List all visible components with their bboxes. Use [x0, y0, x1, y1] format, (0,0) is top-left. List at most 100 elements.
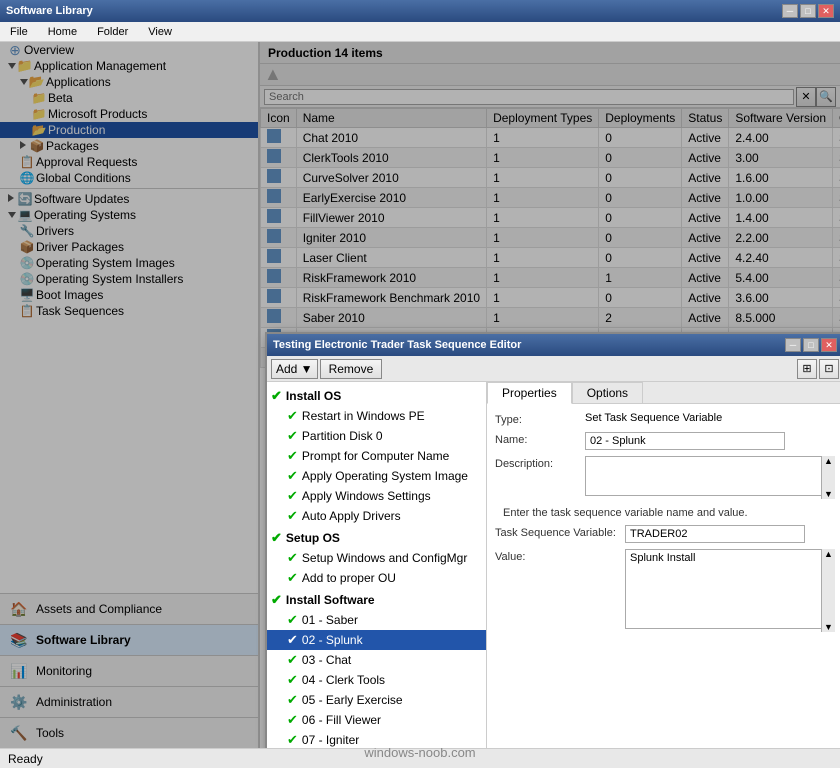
- partition-disk-check: ✔: [287, 428, 298, 444]
- s05-check: ✔: [287, 692, 298, 708]
- name-label: Name:: [495, 432, 585, 446]
- seq-s07-igniter[interactable]: ✔ 07 - Igniter: [267, 730, 486, 748]
- window-controls[interactable]: ─ □ ✕: [782, 4, 834, 18]
- apply-os-label: Apply Operating System Image: [302, 469, 468, 483]
- auto-apply-label: Auto Apply Drivers: [302, 509, 401, 523]
- tsv-label: Task Sequence Variable:: [495, 525, 625, 539]
- type-label: Type:: [495, 412, 585, 426]
- menu-file[interactable]: File: [6, 25, 32, 39]
- status-text: Ready: [8, 752, 43, 766]
- task-sequence-editor-dialog: Testing Electronic Trader Task Sequence …: [265, 332, 840, 748]
- desc-scroll-down[interactable]: ▼: [822, 489, 835, 499]
- form-row-value: Value: ▲ ▼: [495, 549, 835, 632]
- seq-s06-fill[interactable]: ✔ 06 - Fill Viewer: [267, 710, 486, 730]
- seq-apply-os-image[interactable]: ✔ Apply Operating System Image: [267, 466, 486, 486]
- seq-s02-splunk[interactable]: ✔ 02 - Splunk: [267, 630, 486, 650]
- install-sw-check: ✔: [271, 592, 282, 608]
- value-textarea[interactable]: [625, 549, 835, 629]
- seq-partition-disk[interactable]: ✔ Partition Disk 0: [267, 426, 486, 446]
- s04-check: ✔: [287, 672, 298, 688]
- name-input[interactable]: [585, 432, 785, 450]
- form-row-type: Type: Set Task Sequence Variable: [495, 412, 835, 426]
- seq-restart-winpe[interactable]: ✔ Restart in Windows PE: [267, 406, 486, 426]
- seq-s04-clerk[interactable]: ✔ 04 - Clerk Tools: [267, 670, 486, 690]
- title-text: Software Library: [6, 5, 93, 17]
- menu-home[interactable]: Home: [44, 25, 81, 39]
- s06-label: 06 - Fill Viewer: [302, 713, 381, 727]
- partition-disk-label: Partition Disk 0: [302, 429, 383, 443]
- restart-winpe-check: ✔: [287, 408, 298, 424]
- apply-win-settings-check: ✔: [287, 488, 298, 504]
- s04-label: 04 - Clerk Tools: [302, 673, 385, 687]
- add-button[interactable]: Add ▼: [271, 359, 318, 379]
- info-text: Enter the task sequence variable name an…: [495, 507, 835, 519]
- desc-label: Description:: [495, 456, 585, 470]
- title-bar: Software Library ─ □ ✕: [0, 0, 840, 22]
- s06-check: ✔: [287, 712, 298, 728]
- setup-configmgr-label: Setup Windows and ConfigMgr: [302, 551, 467, 565]
- section-setup-os: ✔ Setup OS: [267, 528, 486, 548]
- setup-os-label: Setup OS: [286, 531, 340, 545]
- seq-apply-windows-settings[interactable]: ✔ Apply Windows Settings: [267, 486, 486, 506]
- modal-body: ✔ Install OS ✔ Restart in Windows PE ✔ P…: [267, 382, 840, 748]
- s02-check: ✔: [287, 632, 298, 648]
- apply-win-settings-label: Apply Windows Settings: [302, 489, 431, 503]
- modal-minimize[interactable]: ─: [785, 338, 801, 352]
- install-os-check: ✔: [271, 388, 282, 404]
- seq-setup-configmgr[interactable]: ✔ Setup Windows and ConfigMgr: [267, 548, 486, 568]
- apply-os-check: ✔: [287, 468, 298, 484]
- s02-label: 02 - Splunk: [302, 633, 363, 647]
- modal-titlebar: Testing Electronic Trader Task Sequence …: [267, 334, 840, 356]
- seq-s03-chat[interactable]: ✔ 03 - Chat: [267, 650, 486, 670]
- desc-scroll-up[interactable]: ▲: [822, 456, 835, 466]
- value-scroll-down[interactable]: ▼: [822, 622, 835, 632]
- tsv-input[interactable]: [625, 525, 805, 543]
- modal-close[interactable]: ✕: [821, 338, 837, 352]
- minimize-button[interactable]: ─: [782, 4, 798, 18]
- add-ou-label: Add to proper OU: [302, 571, 396, 585]
- modal-toolbar: Add ▼ Remove ⊞ ⊡: [267, 356, 840, 382]
- s01-label: 01 - Saber: [302, 613, 358, 627]
- desc-textarea[interactable]: [585, 456, 835, 496]
- type-value: Set Task Sequence Variable: [585, 412, 835, 424]
- modal-tabs: Properties Options: [487, 382, 840, 404]
- value-label: Value:: [495, 549, 625, 563]
- form-row-description: Description: ▲ ▼: [495, 456, 835, 499]
- remove-button[interactable]: Remove: [320, 359, 383, 379]
- seq-prompt-computer[interactable]: ✔ Prompt for Computer Name: [267, 446, 486, 466]
- seq-s01-saber[interactable]: ✔ 01 - Saber: [267, 610, 486, 630]
- seq-add-ou[interactable]: ✔ Add to proper OU: [267, 568, 486, 588]
- section-install-software: ✔ Install Software: [267, 590, 486, 610]
- s01-check: ✔: [287, 612, 298, 628]
- tab-properties[interactable]: Properties: [487, 382, 572, 404]
- tab-content-properties: Type: Set Task Sequence Variable Name: D…: [487, 404, 840, 748]
- add-ou-check: ✔: [287, 570, 298, 586]
- maximize-button[interactable]: □: [800, 4, 816, 18]
- menu-view[interactable]: View: [144, 25, 176, 39]
- menu-bar: File Home Folder View: [0, 22, 840, 42]
- form-row-name: Name:: [495, 432, 835, 450]
- section-install-os: ✔ Install OS: [267, 386, 486, 406]
- s03-label: 03 - Chat: [302, 653, 351, 667]
- properties-panel: Properties Options Type: Set Task Sequen…: [487, 382, 840, 748]
- tab-options[interactable]: Options: [572, 382, 643, 403]
- form-row-tsv: Task Sequence Variable:: [495, 525, 835, 543]
- close-button[interactable]: ✕: [818, 4, 834, 18]
- value-scroll-up[interactable]: ▲: [822, 549, 835, 559]
- prompt-computer-check: ✔: [287, 448, 298, 464]
- modal-maximize[interactable]: □: [803, 338, 819, 352]
- seq-auto-apply-drivers[interactable]: ✔ Auto Apply Drivers: [267, 506, 486, 526]
- modal-title: Testing Electronic Trader Task Sequence …: [273, 339, 521, 351]
- status-bar: Ready: [0, 748, 840, 768]
- modal-window-controls[interactable]: ─ □ ✕: [785, 338, 837, 352]
- setup-configmgr-check: ✔: [287, 550, 298, 566]
- seq-icon-btn2[interactable]: ⊡: [819, 359, 839, 379]
- setup-os-check: ✔: [271, 530, 282, 546]
- seq-icon-btn1[interactable]: ⊞: [797, 359, 817, 379]
- seq-s05-early[interactable]: ✔ 05 - Early Exercise: [267, 690, 486, 710]
- s07-label: 07 - Igniter: [302, 733, 359, 747]
- menu-folder[interactable]: Folder: [93, 25, 132, 39]
- s05-label: 05 - Early Exercise: [302, 693, 403, 707]
- install-sw-label: Install Software: [286, 593, 375, 607]
- auto-apply-check: ✔: [287, 508, 298, 524]
